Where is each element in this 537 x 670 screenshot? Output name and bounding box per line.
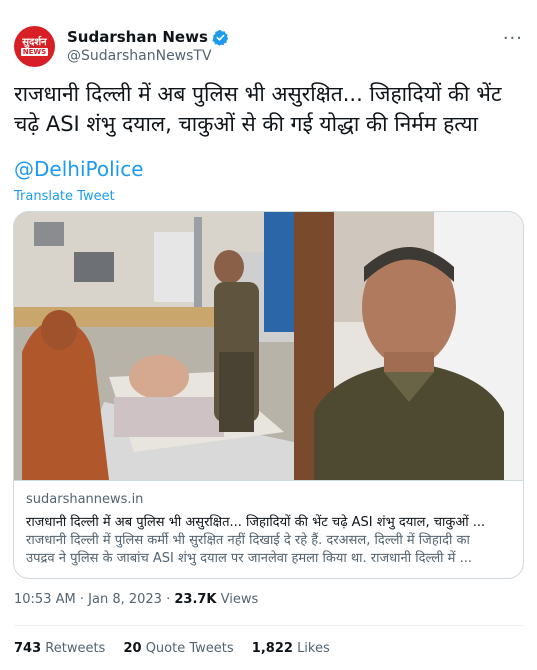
tweet-date[interactable]: Jan 8, 2023: [88, 592, 162, 607]
retweets-stat[interactable]: 743 Retweets: [14, 641, 105, 656]
likes-label: Likes: [297, 641, 330, 656]
card-domain: sudarshannews.in: [26, 492, 144, 507]
tweet-text: राजधानी दिल्ली में अब पुलिस भी असुरक्षित…: [14, 79, 524, 139]
mention-link[interactable]: @DelhiPolice: [14, 157, 144, 181]
card-image[interactable]: [14, 212, 523, 480]
display-name-row[interactable]: Sudarshan News: [67, 28, 229, 46]
avatar[interactable]: सुदर्शन NEWS: [14, 26, 55, 67]
handle[interactable]: @SudarshanNewsTV: [67, 48, 229, 64]
display-name[interactable]: Sudarshan News: [67, 28, 208, 46]
meta-separator: ·: [79, 592, 84, 607]
likes-count: 1,822: [251, 641, 293, 656]
tweet-text-line: चढ़े ASI शंभु दयाल, चाकुओं से की गई योद्…: [14, 112, 478, 136]
tweet-meta: 10:53 AM · Jan 8, 2023 · 23.7K Views: [14, 592, 258, 607]
quote-tweets-label: Quote Tweets: [145, 641, 234, 656]
meta-separator: ·: [166, 592, 171, 607]
tweet-text-line: राजधानी दिल्ली में अब पुलिस भी असुरक्षित…: [14, 82, 502, 106]
avatar-logo-subtext: NEWS: [20, 48, 49, 56]
translate-tweet-link[interactable]: Translate Tweet: [14, 189, 115, 204]
views-label: Views: [220, 592, 259, 607]
divider: [14, 625, 523, 626]
link-card[interactable]: sudarshannews.in राजधानी दिल्ली में अब प…: [13, 211, 524, 579]
tweet-header: सुदर्शन NEWS Sudarshan News @SudarshanNe…: [14, 24, 523, 68]
retweets-label: Retweets: [45, 641, 106, 656]
card-description-line: उपद्रव ने पुलिस के जाबांच ASI शंभु दयाल …: [26, 551, 472, 566]
author-names: Sudarshan News @SudarshanNewsTV: [67, 28, 229, 64]
avatar-logo-text: सुदर्शन: [22, 37, 47, 48]
card-body[interactable]: sudarshannews.in राजधानी दिल्ली में अब प…: [14, 480, 523, 578]
quote-tweets-stat[interactable]: 20 Quote Tweets: [123, 641, 233, 656]
verified-badge-icon: [212, 29, 229, 46]
card-title: राजधानी दिल्ली में अब पुलिस भी असुरक्षित…: [26, 515, 486, 530]
quote-tweets-count: 20: [123, 641, 142, 656]
card-description-line: राजधानी दिल्ली में पुलिस कर्मी भी सुरक्ष…: [26, 533, 470, 548]
retweets-count: 743: [14, 641, 42, 656]
tweet-time[interactable]: 10:53 AM: [14, 592, 76, 607]
likes-stat[interactable]: 1,822 Likes: [252, 641, 330, 656]
engagement-stats: 743 Retweets 20 Quote Tweets 1,822 Likes: [14, 641, 344, 656]
card-description: राजधानी दिल्ली में पुलिस कर्मी भी सुरक्ष…: [26, 532, 514, 568]
more-options-icon[interactable]: ···: [503, 28, 523, 49]
views-count: 23.7K: [174, 592, 217, 607]
